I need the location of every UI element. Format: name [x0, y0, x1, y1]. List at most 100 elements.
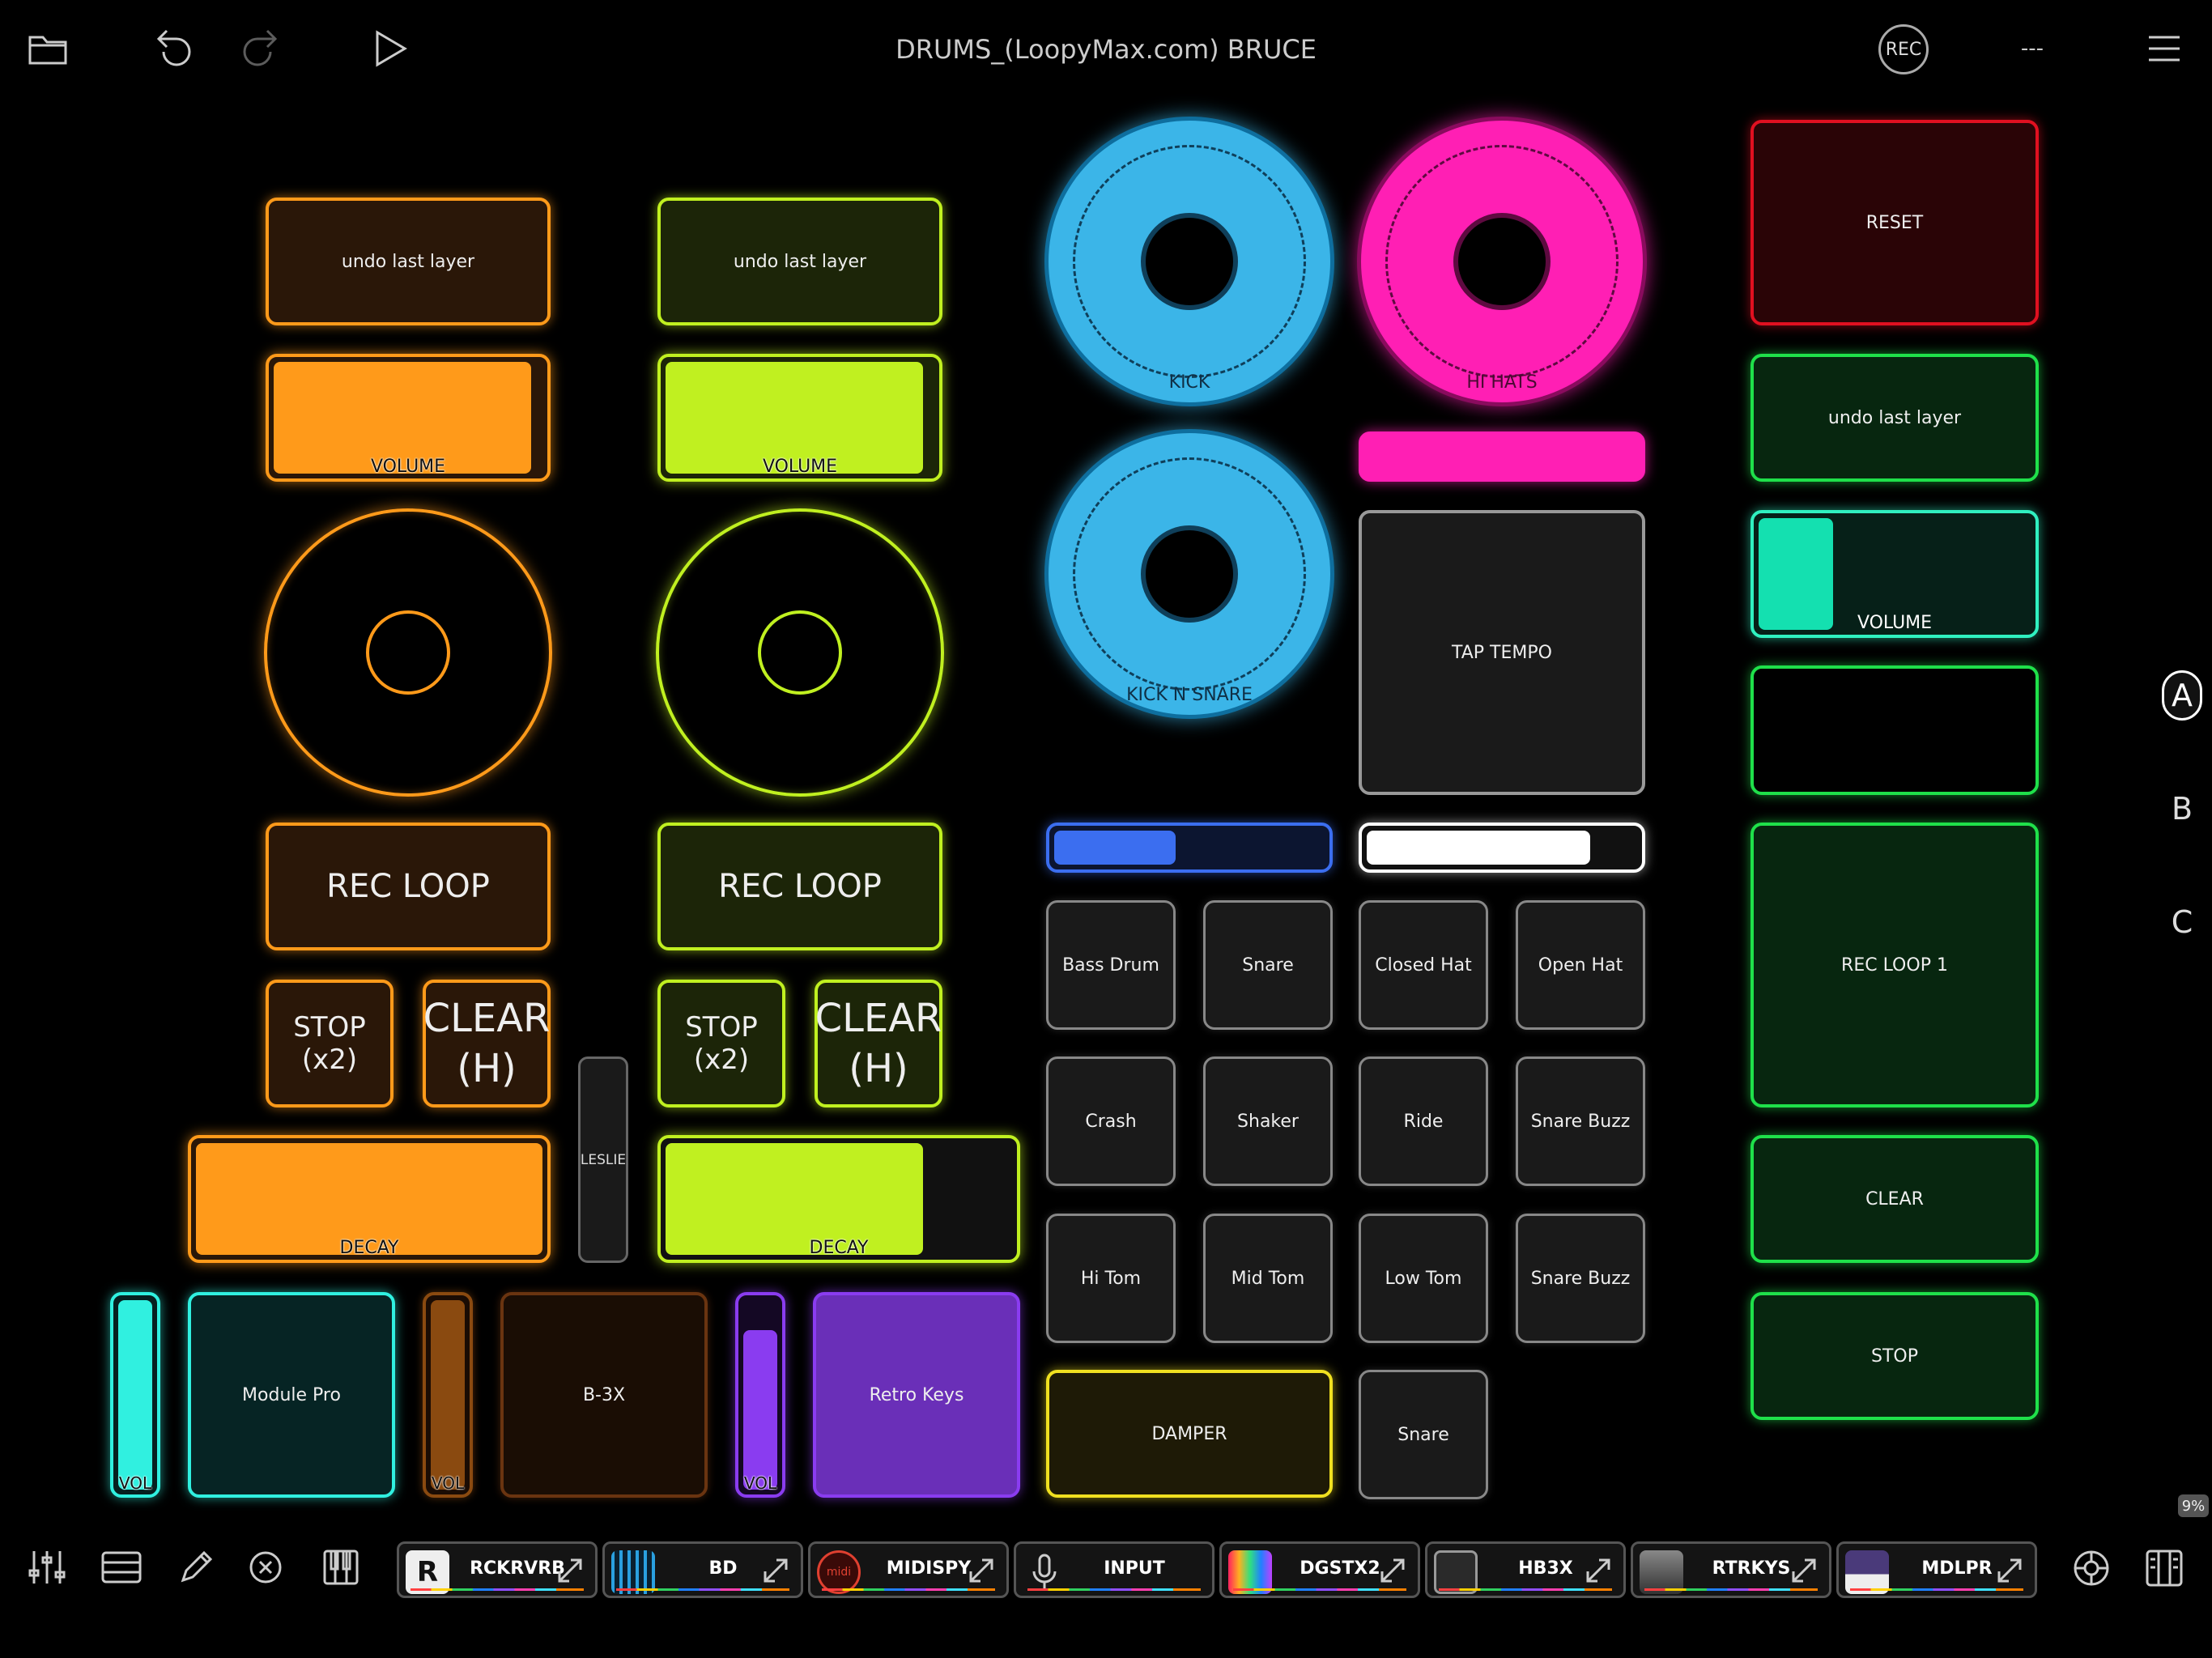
reset-label: RESET	[1865, 212, 1924, 233]
module-pro-label: Module Pro	[242, 1384, 341, 1405]
col2-loop-ring[interactable]	[656, 508, 944, 797]
pad-shaker[interactable]: Shaker	[1203, 1056, 1333, 1186]
page-tab-a[interactable]: A	[2162, 670, 2202, 721]
col1-clear-button[interactable]: CLEAR (H)	[423, 980, 551, 1107]
pad-label: Snare	[1242, 954, 1294, 976]
right-volume-slider[interactable]: VOLUME	[1750, 510, 2039, 638]
white-slider-fill	[1367, 831, 1590, 865]
pad-hi-tom[interactable]: Hi Tom	[1046, 1214, 1176, 1343]
col1-stop-button[interactable]: STOP (x2)	[266, 980, 393, 1107]
col2-decay-label: DECAY	[809, 1238, 869, 1258]
plugin-dgstx2[interactable]: DGSTX2	[1219, 1541, 1420, 1598]
damper-button[interactable]: DAMPER	[1046, 1370, 1333, 1498]
hihats-loop-disc[interactable]: HI HATS	[1357, 117, 1647, 406]
module-pro-volume-label: VOL	[118, 1473, 152, 1493]
close-circle-icon[interactable]	[248, 1550, 283, 1585]
pad-snare-buzz-2[interactable]: Snare Buzz	[1516, 1214, 1645, 1343]
col1-stop-label: STOP (x2)	[293, 1011, 366, 1076]
col1-rec-loop-button[interactable]: REC LOOP	[266, 823, 551, 950]
pad-label: Snare Buzz	[1530, 1268, 1631, 1289]
page-tab-b[interactable]: B	[2162, 784, 2202, 834]
folder-icon[interactable]	[28, 31, 68, 66]
col1-rec-loop-label: REC LOOP	[326, 868, 490, 905]
plugin-midispy[interactable]: midi MIDISPY	[808, 1541, 1009, 1598]
sidebar-toggle-icon[interactable]	[2144, 1548, 2184, 1588]
reset-button[interactable]: RESET	[1750, 120, 2039, 325]
plugin-rtrkys[interactable]: RTRKYS	[1631, 1541, 1831, 1598]
pencil-icon[interactable]	[177, 1548, 215, 1587]
col1-volume-slider[interactable]: VOLUME	[266, 354, 551, 482]
pad-label: Ride	[1403, 1111, 1444, 1132]
pad-ride[interactable]: Ride	[1359, 1056, 1488, 1186]
col2-rec-loop-button[interactable]: REC LOOP	[657, 823, 942, 950]
pad-snare-buzz[interactable]: Snare Buzz	[1516, 1056, 1645, 1186]
list-icon[interactable]	[100, 1548, 143, 1587]
retro-keys-button[interactable]: Retro Keys	[813, 1292, 1020, 1498]
pad-low-tom[interactable]: Low Tom	[1359, 1214, 1488, 1343]
plugin-hb3x[interactable]: HB3X	[1425, 1541, 1626, 1598]
expand-icon[interactable]	[555, 1555, 585, 1586]
module-pro-volume-slider[interactable]: VOL	[110, 1292, 160, 1498]
kick-loop-disc[interactable]: KICK	[1044, 117, 1334, 406]
pad-mid-tom[interactable]: Mid Tom	[1203, 1214, 1333, 1343]
right-empty-pad[interactable]	[1750, 665, 2039, 795]
kick-snare-loop-disc[interactable]: KICK N SNARE	[1044, 429, 1334, 719]
col2-clear-button[interactable]: CLEAR (H)	[815, 980, 942, 1107]
pad-closed-hat[interactable]: Closed Hat	[1359, 900, 1488, 1030]
pad-bass-drum[interactable]: Bass Drum	[1046, 900, 1176, 1030]
expand-icon[interactable]	[1994, 1555, 2025, 1586]
plugin-input[interactable]: INPUT	[1014, 1541, 1214, 1598]
b3x-volume-slider[interactable]: VOL	[423, 1292, 473, 1498]
expand-icon[interactable]	[760, 1555, 791, 1586]
kick-snare-disc-label: KICK N SNARE	[1126, 684, 1253, 705]
pad-label: Hi Tom	[1080, 1268, 1142, 1289]
pad-snare[interactable]: Snare	[1203, 900, 1333, 1030]
pad-snare-extra[interactable]: Snare	[1359, 1370, 1488, 1499]
page-tab-b-label: B	[2171, 791, 2193, 827]
right-clear-button[interactable]: CLEAR	[1750, 1135, 2039, 1263]
module-pro-button[interactable]: Module Pro	[188, 1292, 395, 1498]
right-rec-loop-button[interactable]: REC LOOP 1	[1750, 823, 2039, 1107]
plugin-color-bar	[1027, 1588, 1201, 1591]
leslie-slider[interactable]: LESLIE	[578, 1056, 628, 1263]
blue-slider[interactable]	[1046, 823, 1333, 873]
col1-loop-ring[interactable]	[264, 508, 552, 797]
expand-icon[interactable]	[1377, 1555, 1408, 1586]
record-button[interactable]: REC	[1878, 24, 1929, 74]
redo-icon[interactable]	[238, 26, 279, 70]
pad-open-hat[interactable]: Open Hat	[1516, 900, 1645, 1030]
col2-volume-slider[interactable]: VOLUME	[657, 354, 942, 482]
col1-decay-slider[interactable]: DECAY	[188, 1135, 551, 1263]
piano-keyboard-icon[interactable]	[322, 1548, 359, 1587]
col1-undo-button[interactable]: undo last layer	[266, 198, 551, 325]
damper-label: DAMPER	[1151, 1423, 1227, 1444]
col2-decay-slider[interactable]: DECAY	[657, 1135, 1020, 1263]
col2-undo-button[interactable]: undo last layer	[657, 198, 942, 325]
right-undo-button[interactable]: undo last layer	[1750, 354, 2039, 482]
retro-keys-volume-slider[interactable]: VOL	[735, 1292, 785, 1498]
play-icon[interactable]	[372, 29, 408, 68]
col2-stop-button[interactable]: STOP (x2)	[657, 980, 785, 1107]
white-slider[interactable]	[1359, 823, 1645, 873]
tuner-icon[interactable]	[2071, 1548, 2112, 1588]
plugin-rckrvrb[interactable]: R RCKRVRB	[397, 1541, 598, 1598]
mixer-icon[interactable]	[28, 1548, 66, 1587]
right-stop-button[interactable]: STOP	[1750, 1292, 2039, 1420]
hihats-volume-bar[interactable]	[1359, 432, 1645, 482]
expand-icon[interactable]	[966, 1555, 997, 1586]
tap-tempo-button[interactable]: TAP TEMPO	[1359, 510, 1645, 795]
project-title: DRUMS_(LoopyMax.com) BRUCE	[895, 34, 1317, 65]
menu-icon[interactable]	[2147, 32, 2181, 65]
col1-decay-label: DECAY	[339, 1238, 399, 1258]
page-tab-c[interactable]: C	[2162, 897, 2202, 947]
undo-icon[interactable]	[155, 26, 196, 70]
expand-icon[interactable]	[1789, 1555, 1819, 1586]
b3x-button[interactable]: B-3X	[500, 1292, 708, 1498]
plugin-bd[interactable]: BD	[602, 1541, 803, 1598]
hihats-disc-label: HI HATS	[1466, 372, 1538, 393]
expand-icon[interactable]	[1583, 1555, 1614, 1586]
pad-crash[interactable]: Crash	[1046, 1056, 1176, 1186]
plugin-mdlpr[interactable]: MDLPR	[1836, 1541, 2037, 1598]
col1-loop-ring-center	[366, 610, 450, 695]
pad-label: Snare Buzz	[1530, 1111, 1631, 1132]
